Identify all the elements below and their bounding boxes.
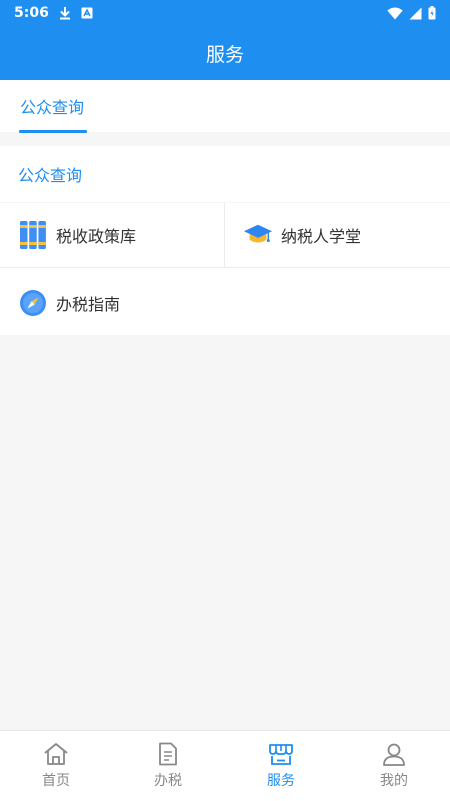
graduation-cap-icon	[243, 220, 273, 250]
app-notification-icon	[81, 7, 93, 19]
nav-tax[interactable]: 办税	[112, 731, 224, 801]
nav-label: 服务	[267, 773, 295, 789]
nav-service[interactable]: 服务	[225, 731, 337, 801]
user-icon	[383, 743, 405, 766]
nav-me[interactable]: 我的	[338, 731, 450, 801]
battery-icon	[428, 6, 436, 20]
wifi-icon	[387, 7, 403, 19]
nav-label: 首页	[42, 773, 70, 789]
compass-icon	[18, 288, 48, 318]
system-icons	[387, 6, 436, 20]
service-item-label: 办税指南	[56, 294, 121, 314]
document-icon	[159, 742, 177, 766]
service-item-label: 纳税人学堂	[281, 227, 362, 246]
section-title: 公众查询	[18, 166, 83, 185]
tab-public-query[interactable]: 公众查询	[20, 80, 84, 132]
nav-label: 我的	[380, 773, 408, 789]
page-title: 服务	[205, 43, 244, 66]
status-time: 5:06	[14, 5, 49, 21]
nav-home[interactable]: 首页	[0, 731, 112, 801]
service-item-tax-guide[interactable]: 办税指南	[0, 270, 225, 335]
home-icon	[44, 743, 68, 765]
service-item-tax-policy[interactable]: 税收政策库	[0, 203, 225, 268]
status-bar: 5:06	[0, 0, 450, 26]
tab-bar: 公众查询	[0, 80, 450, 133]
service-item-label: 税收政策库	[56, 227, 137, 246]
download-icon	[59, 7, 70, 20]
bottom-navigation: 首页 办税 服务 我的	[0, 730, 450, 801]
service-item-taxpayer-school[interactable]: 纳税人学堂	[225, 203, 450, 268]
nav-label: 办税	[154, 773, 182, 789]
notification-icons	[59, 6, 93, 20]
tab-indicator	[19, 130, 87, 133]
section-header: 公众查询	[0, 146, 450, 202]
books-icon	[18, 220, 48, 250]
signal-icon	[409, 7, 422, 19]
app-bar: 服务	[0, 26, 450, 80]
store-icon	[269, 744, 293, 765]
service-grid: 税收政策库 纳税人学堂 办税指南	[0, 203, 450, 335]
